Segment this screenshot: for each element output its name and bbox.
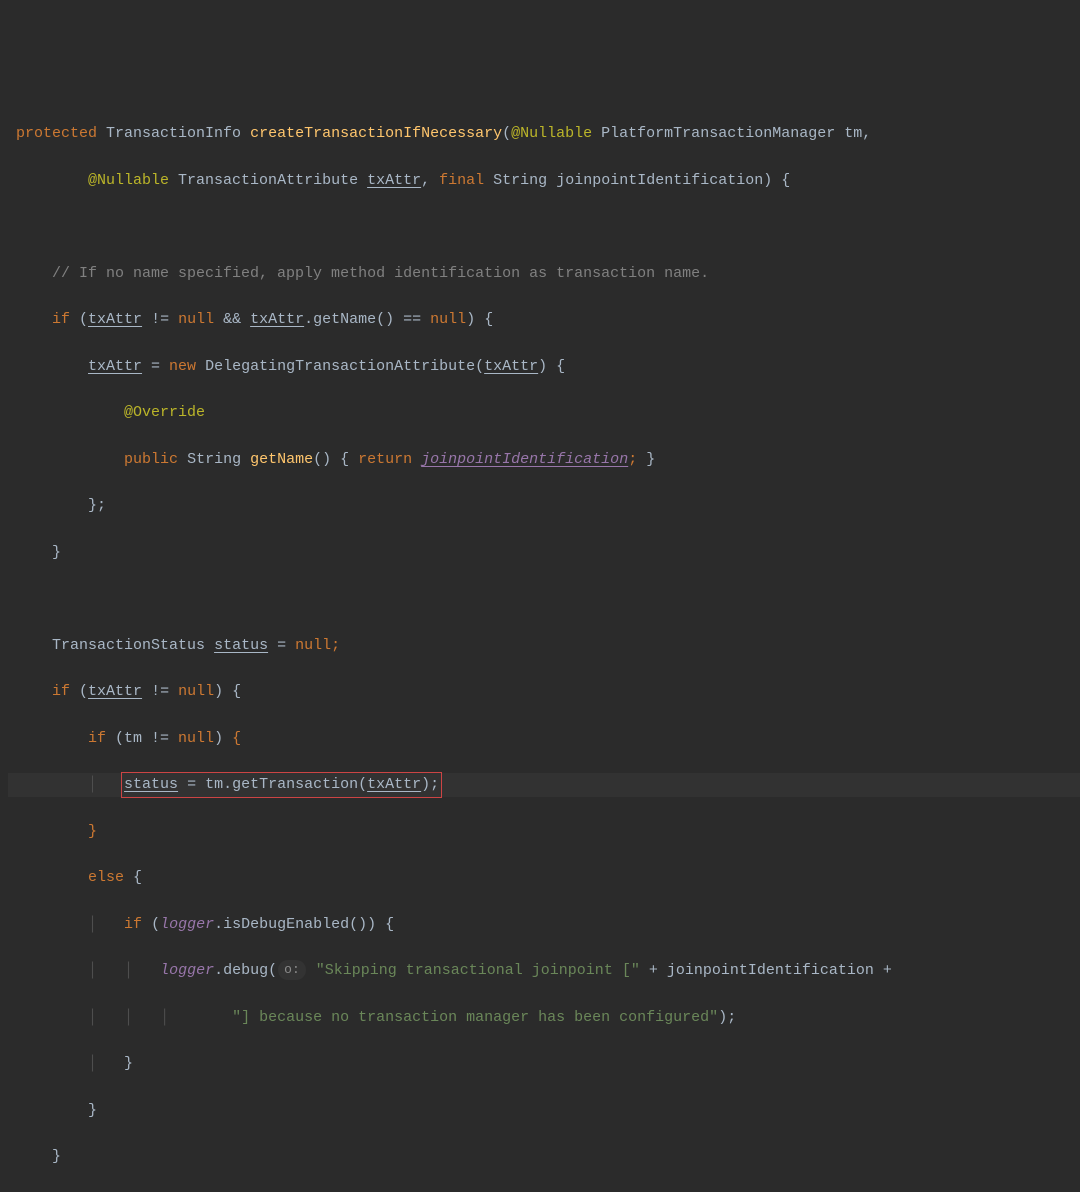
code-line: TransactionStatus status = null;	[8, 634, 1080, 657]
code-line: │ │ logger.debug(o: "Skipping transactio…	[8, 959, 1080, 982]
code-block: protected TransactionInfo createTransact…	[0, 93, 1080, 1192]
code-line: @Override	[8, 401, 1080, 424]
code-line: if (txAttr != null && txAttr.getName() =…	[8, 308, 1080, 331]
code-line: }	[8, 541, 1080, 564]
code-line-highlighted: │ status = tm.getTransaction(txAttr);	[8, 773, 1080, 796]
code-line: │ }	[8, 1052, 1080, 1075]
code-line	[8, 215, 1080, 238]
code-line: @Nullable TransactionAttribute txAttr, f…	[8, 169, 1080, 192]
code-line: protected TransactionInfo createTransact…	[8, 122, 1080, 145]
highlighted-box: status = tm.getTransaction(txAttr);	[121, 772, 442, 797]
code-line: │ if (logger.isDebugEnabled()) {	[8, 913, 1080, 936]
param-hint: o:	[278, 960, 306, 980]
code-line: public String getName() { return joinpoi…	[8, 448, 1080, 471]
code-line: │ │ │ "] because no transaction manager …	[8, 1006, 1080, 1029]
code-line: }	[8, 1099, 1080, 1122]
code-line: // If no name specified, apply method id…	[8, 262, 1080, 285]
code-line: if (tm != null) {	[8, 727, 1080, 750]
code-line: }	[8, 1145, 1080, 1168]
code-line: }	[8, 820, 1080, 843]
code-line: else {	[8, 866, 1080, 889]
code-line: if (txAttr != null) {	[8, 680, 1080, 703]
code-line	[8, 587, 1080, 610]
code-line: txAttr = new DelegatingTransactionAttrib…	[8, 355, 1080, 378]
code-line: };	[8, 494, 1080, 517]
